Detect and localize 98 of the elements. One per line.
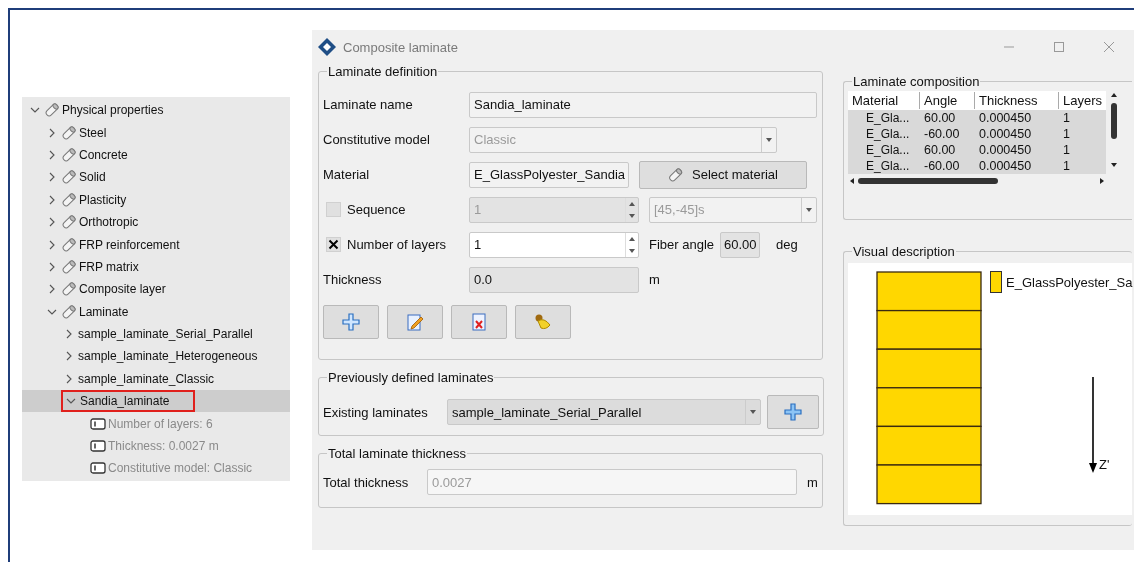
field-label: Total thickness xyxy=(323,474,410,490)
group-title: Previously defined laminates xyxy=(327,370,495,385)
field-icon xyxy=(90,439,106,454)
expand-chevron-icon[interactable] xyxy=(47,194,57,205)
rod-icon xyxy=(61,170,77,185)
field-label: Fiber angle xyxy=(649,237,715,252)
rod-icon xyxy=(44,103,60,118)
checkbox[interactable] xyxy=(326,202,341,217)
close-icon xyxy=(1103,41,1115,53)
tree-row[interactable]: sample_laminate_Serial_Parallel xyxy=(22,322,290,346)
expand-chevron-icon[interactable] xyxy=(64,351,74,362)
group-title: Total laminate thickness xyxy=(327,446,467,461)
column-header[interactable]: Angle xyxy=(920,92,975,109)
rod-icon xyxy=(61,192,77,207)
expand-chevron-icon[interactable] xyxy=(47,127,57,138)
tree-item[interactable]: Solid xyxy=(79,170,106,185)
tree-row[interactable]: FRP reinforcement xyxy=(22,233,290,256)
tree-item[interactable]: Laminate xyxy=(79,304,129,319)
tree-row[interactable]: Composite layer xyxy=(22,278,290,301)
column-header[interactable]: Material xyxy=(848,92,920,109)
rod-icon xyxy=(61,147,77,162)
column-header[interactable]: Layers xyxy=(1059,92,1106,109)
axis-label: Z' xyxy=(1099,457,1110,472)
field-label: Thickness xyxy=(323,272,383,287)
table-row[interactable]: E_Gla... -60.00 0.000450 1 xyxy=(848,158,1106,174)
table-row[interactable]: E_Gla... 60.00 0.000450 1 xyxy=(848,110,1106,126)
field-label: Laminate name xyxy=(323,97,414,112)
unit-label: m xyxy=(807,474,818,490)
text-field[interactable]: Sandia_laminate xyxy=(469,91,817,118)
tree-row[interactable]: Sandia_laminate xyxy=(22,390,290,413)
edit-document-icon xyxy=(406,313,424,331)
tree-row[interactable]: Solid xyxy=(22,166,290,189)
tree-item[interactable]: Sandia_laminate xyxy=(80,394,170,409)
group-title: Laminate composition xyxy=(852,74,981,89)
tree-row[interactable]: Physical properties xyxy=(22,99,290,122)
field-label: Material xyxy=(323,167,371,182)
field-label: Existing laminates xyxy=(323,404,429,420)
expand-chevron-icon[interactable] xyxy=(47,217,57,228)
text-field[interactable]: E_GlassPolyester_Sandia xyxy=(469,161,629,188)
select-material-button[interactable]: Select material xyxy=(639,160,807,189)
tree-item[interactable]: Plasticity xyxy=(79,192,127,207)
app-logo-icon xyxy=(317,37,337,57)
unit-label: deg xyxy=(776,237,798,252)
legend-swatch xyxy=(990,271,1002,293)
tree-item[interactable]: Physical properties xyxy=(62,103,164,118)
tree-row[interactable]: Orthotropic xyxy=(22,210,290,234)
table-row[interactable]: E_Gla... 60.00 0.000450 1 xyxy=(848,142,1106,158)
checkbox-label: Number of layers xyxy=(347,237,447,252)
legend-label: E_GlassPolyester_Sa xyxy=(1006,274,1133,290)
expand-chevron-icon[interactable] xyxy=(47,239,57,250)
rod-icon xyxy=(61,125,77,140)
plus-icon xyxy=(342,313,360,331)
tree-item[interactable]: sample_laminate_Heterogeneous xyxy=(78,349,258,364)
tree-row[interactable]: sample_laminate_Classic xyxy=(22,367,290,391)
delete-document-icon xyxy=(470,313,488,331)
tree-row[interactable]: Laminate xyxy=(22,300,290,323)
maximize-icon xyxy=(1053,41,1065,53)
expand-chevron-icon[interactable] xyxy=(47,172,57,183)
tree-item[interactable]: FRP reinforcement xyxy=(79,237,180,252)
field-icon xyxy=(90,461,106,476)
rod-icon xyxy=(61,215,77,230)
tree-row[interactable]: Concrete xyxy=(22,143,290,167)
group-title: Laminate definition xyxy=(327,64,439,79)
expand-chevron-icon[interactable] xyxy=(47,149,57,160)
tree-item[interactable]: Composite layer xyxy=(79,282,166,297)
tree-item[interactable]: FRP matrix xyxy=(79,259,139,274)
tree-row[interactable]: Plasticity xyxy=(22,188,290,211)
tree-item[interactable]: Concrete xyxy=(79,147,128,162)
table-row[interactable]: E_Gla... -60.00 0.000450 1 xyxy=(848,126,1106,142)
rod-icon xyxy=(61,237,77,252)
rod-icon xyxy=(61,259,77,274)
rod-icon xyxy=(61,304,77,319)
tree-item[interactable]: Orthotropic xyxy=(79,215,139,230)
expand-chevron-icon[interactable] xyxy=(64,373,74,384)
column-header[interactable]: Thickness xyxy=(975,92,1059,109)
tree-item[interactable]: Steel xyxy=(79,125,107,140)
expand-chevron-icon[interactable] xyxy=(47,284,57,295)
window-title: Composite laminate xyxy=(343,39,459,55)
plus-icon xyxy=(784,403,802,421)
spin-field[interactable]: 1 xyxy=(469,231,639,258)
text-field[interactable]: 60.00 xyxy=(720,231,761,258)
tree-row[interactable]: FRP matrix xyxy=(22,255,290,279)
unit-label: m xyxy=(649,272,660,287)
text-field[interactable]: 0.0 xyxy=(469,266,639,293)
field-label: Constitutive model xyxy=(323,132,431,147)
checkbox[interactable] xyxy=(326,237,341,252)
tree-row[interactable]: Steel xyxy=(22,121,290,144)
tree-item[interactable]: sample_laminate_Serial_Parallel xyxy=(78,327,253,342)
checkbox-label: Sequence xyxy=(347,202,407,217)
broom-icon xyxy=(534,313,552,331)
tree-row[interactable]: sample_laminate_Heterogeneous xyxy=(22,345,290,368)
expand-chevron-icon[interactable] xyxy=(47,261,57,272)
tree-item[interactable]: sample_laminate_Classic xyxy=(78,371,215,386)
dropdown-field[interactable]: sample_laminate_Serial_Parallel xyxy=(447,399,761,425)
expand-chevron-icon[interactable] xyxy=(64,329,74,340)
field-icon xyxy=(90,416,106,431)
group-title: Visual description xyxy=(852,244,956,259)
rod-icon xyxy=(61,282,77,297)
